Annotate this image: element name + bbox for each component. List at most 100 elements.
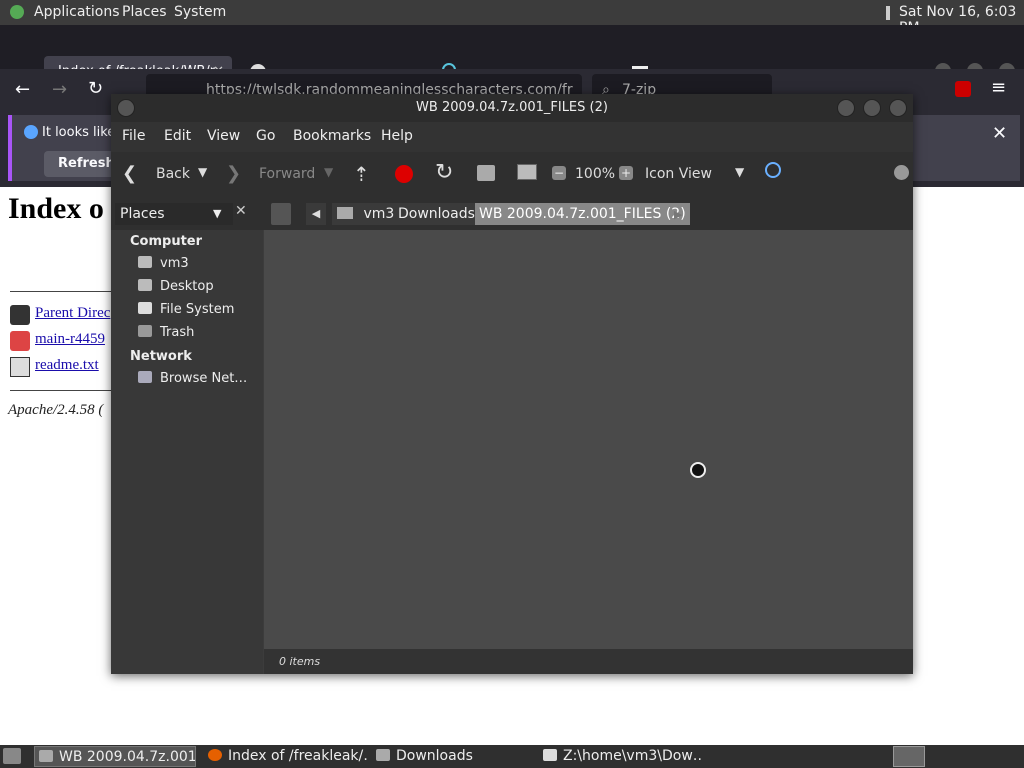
workspace-switcher[interactable] [893, 746, 925, 767]
file-view[interactable] [264, 230, 913, 649]
breadcrumb-label: vm3 [363, 206, 395, 222]
back-history-chevron-down-icon[interactable]: ▼ [198, 165, 207, 179]
menu-help[interactable]: Help [381, 128, 413, 144]
sidebar-item-label: Desktop [160, 279, 214, 294]
zoom-level[interactable]: 100% [575, 166, 615, 182]
reload-icon[interactable]: ↻ [435, 160, 453, 185]
minimize-icon[interactable] [837, 99, 855, 117]
forward-history-chevron-down-icon[interactable]: ▼ [324, 165, 333, 179]
places-menu[interactable]: Places [122, 4, 167, 20]
applications-menu[interactable]: Applications [34, 4, 120, 20]
task-label: Downloads [396, 748, 473, 764]
link-readme[interactable]: readme.txt [35, 357, 99, 374]
sidebar-item-label: Browse Net… [160, 371, 248, 386]
reload-icon[interactable]: ↻ [88, 78, 103, 99]
menu-bookmarks[interactable]: Bookmarks [293, 128, 371, 144]
home-folder-icon [337, 207, 353, 219]
task-label: Index of /freakleak/… [228, 748, 368, 764]
file-manager-window: WB 2009.04.7z.001_FILES (2) File Edit Vi… [111, 94, 913, 674]
sidebar-item-trash[interactable]: Trash [138, 323, 194, 343]
status-text: 0 items [279, 655, 321, 668]
up-arrow-icon[interactable]: ⇡ [353, 162, 370, 186]
sidebar-item-vm3[interactable]: vm3 [138, 254, 189, 274]
sidebar-header-computer: Computer [130, 234, 203, 249]
throbber-icon [894, 165, 909, 180]
home-folder-icon[interactable] [477, 165, 495, 181]
sidebar-item-desktop[interactable]: Desktop [138, 277, 214, 297]
close-notification-icon[interactable]: ✕ [992, 123, 1007, 144]
view-mode-chevron-down-icon[interactable]: ▼ [735, 165, 744, 179]
window-title: WB 2009.04.7z.001_FILES (2) [416, 100, 608, 115]
search-icon[interactable] [765, 162, 781, 178]
breadcrumb-right-arrow-icon[interactable]: ▶ [674, 208, 682, 221]
notification-text: It looks like [42, 125, 116, 140]
sidebar-item-label: Trash [160, 325, 195, 340]
task-label: WB 2009.04.7z.001… [59, 749, 196, 765]
menu-file[interactable]: File [122, 128, 145, 144]
view-mode-select[interactable]: Icon View [645, 166, 712, 182]
drive-icon [138, 302, 152, 314]
top-panel: Applications Places System Sat Nov 16, 6… [0, 0, 1024, 36]
breadcrumb-left-arrow-icon[interactable]: ◀ [306, 203, 326, 225]
7zip-icon [543, 749, 557, 761]
link-parent-directory[interactable]: Parent Direc [35, 305, 110, 322]
task-file-manager[interactable]: WB 2009.04.7z.001… [34, 746, 196, 767]
folder-icon [376, 749, 390, 761]
info-icon [24, 125, 38, 139]
server-footer: Apache/2.4.58 ( [8, 402, 104, 418]
back-button[interactable]: Back [156, 166, 190, 182]
firefox-icon [208, 749, 222, 761]
text-file-icon [10, 357, 30, 377]
forward-arrow-icon[interactable]: ❯ [226, 163, 241, 184]
toggle-location-edit-icon[interactable] [271, 203, 291, 225]
back-arrow-icon[interactable]: ❮ [122, 163, 137, 184]
breadcrumb-current-folder[interactable]: WB 2009.04.7z.001_FILES (2) [475, 203, 690, 225]
zoom-in-icon[interactable]: + [619, 166, 633, 180]
link-main-r4459[interactable]: main-r4459 [35, 331, 105, 348]
network-icon [138, 371, 152, 383]
stop-icon[interactable] [395, 165, 413, 183]
task-firefox[interactable]: Index of /freakleak/… [206, 746, 368, 767]
trash-icon [138, 325, 152, 337]
page-heading: Index o [8, 192, 104, 225]
close-sidebar-icon[interactable]: ✕ [235, 203, 247, 219]
statusbar: 0 items [264, 649, 913, 674]
window-titlebar[interactable]: WB 2009.04.7z.001_FILES (2) [111, 94, 913, 122]
breadcrumb-vm3[interactable]: vm3 [332, 203, 400, 225]
menu-go[interactable]: Go [256, 128, 275, 144]
hamburger-menu-icon[interactable]: ≡ [991, 77, 1006, 98]
zoom-out-icon[interactable]: − [552, 166, 566, 180]
busy-cursor-icon [690, 462, 706, 478]
system-menu[interactable]: System [174, 4, 226, 20]
window-menu-icon[interactable] [117, 99, 135, 117]
desktop-folder-icon [138, 279, 152, 291]
task-downloads[interactable]: Downloads [374, 746, 526, 767]
distro-logo-icon[interactable] [10, 5, 24, 19]
panel-separator [886, 6, 890, 20]
forward-button[interactable]: Forward [259, 166, 315, 182]
breadcrumb-downloads[interactable]: Downloads [394, 203, 479, 225]
toolbar: ❮ Back ▼ ❯ Forward ▼ ⇡ ↻ − 100% + Icon V… [111, 152, 913, 197]
home-folder-icon [138, 256, 152, 268]
maximize-icon[interactable] [863, 99, 881, 117]
close-icon[interactable] [889, 99, 907, 117]
back-arrow-icon[interactable]: ← [15, 79, 30, 100]
sidebar-item-browse-network[interactable]: Browse Net… [138, 369, 247, 389]
show-desktop-icon[interactable] [3, 748, 21, 764]
menu-view[interactable]: View [207, 128, 240, 144]
places-label: Places [120, 206, 165, 222]
ublock-icon[interactable] [955, 81, 971, 97]
sidebar: Computer vm3 Desktop File System Trash N… [111, 230, 263, 674]
divider [10, 291, 120, 292]
location-bar: Places ▼ ✕ ◀ vm3 Downloads WB 2009.04.7z… [111, 197, 913, 230]
places-dropdown[interactable]: Places ▼ [115, 203, 233, 225]
taskbar: WB 2009.04.7z.001… Index of /freakleak/…… [0, 745, 1024, 768]
computer-icon[interactable] [517, 164, 537, 180]
sidebar-item-label: vm3 [160, 256, 189, 271]
task-7zip[interactable]: Z:\home\vm3\Dow… [541, 746, 703, 767]
menu-edit[interactable]: Edit [164, 128, 191, 144]
divider [10, 390, 120, 391]
forward-arrow-icon[interactable]: → [52, 79, 67, 100]
sidebar-item-file-system[interactable]: File System [138, 300, 234, 320]
menubar: File Edit View Go Bookmarks Help [111, 122, 913, 152]
